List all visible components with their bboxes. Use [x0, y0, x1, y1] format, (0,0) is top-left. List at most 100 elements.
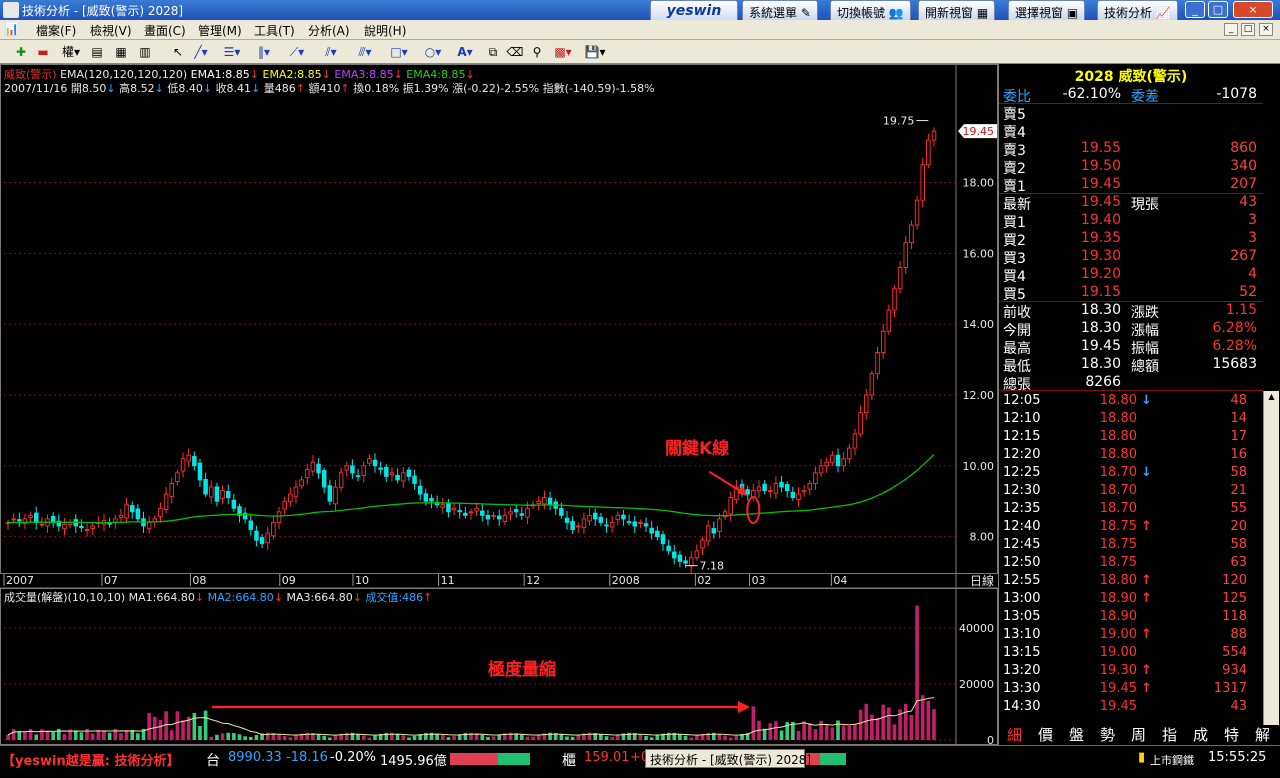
save-icon[interactable]: 💾▾	[582, 43, 608, 61]
panel-tab-3[interactable]: 盤	[1063, 726, 1090, 745]
candle-body	[480, 510, 485, 516]
mdi-close-button[interactable]: ×	[1259, 23, 1273, 36]
panel-tab-7[interactable]: 成	[1187, 726, 1214, 745]
tick-row[interactable]: 12:50 18.75 63	[999, 555, 1261, 573]
tick-row[interactable]: 13:05 18.90 118	[999, 609, 1261, 627]
tick-row[interactable]: 12:35 18.70 55	[999, 501, 1261, 519]
panel-tab-5[interactable]: 周	[1125, 726, 1152, 745]
volume-bar	[294, 735, 298, 740]
tick-row[interactable]: 13:30 19.45 ↑ 1317	[999, 681, 1261, 699]
tick-row[interactable]: 12:10 18.80 14	[999, 411, 1261, 429]
scroll-up-arrow[interactable]: ▲	[1265, 392, 1278, 404]
system-menu-button[interactable]: 系統選單 ✎	[742, 0, 818, 22]
panel-tab-8[interactable]: 特	[1218, 726, 1245, 745]
stat-row-3-volume: 6.28%	[1212, 338, 1257, 354]
status-breadth-down	[450, 753, 498, 765]
panel-tab-9[interactable]: 解	[1249, 726, 1276, 745]
candle-body	[818, 465, 824, 474]
mdi-restore-button[interactable]: □	[1241, 23, 1255, 36]
candle-body	[333, 486, 338, 505]
candle-body	[203, 478, 208, 495]
gann-tool-icon[interactable]: ⫽▾	[318, 43, 344, 61]
cursor-icon[interactable]: ↖	[170, 43, 186, 61]
tick-row[interactable]: 12:55 18.80 ↑ 120	[999, 573, 1261, 591]
tick-row[interactable]: 12:15 18.80 17	[999, 429, 1261, 447]
volume-bar	[232, 733, 236, 740]
tick-row[interactable]: 12:25 18.70 ↓ 58	[999, 465, 1261, 483]
tick-row[interactable]: 12:20 18.80 16	[999, 447, 1261, 465]
tick-row[interactable]: 13:20 19.30 ↑ 934	[999, 663, 1261, 681]
text-tool-icon[interactable]: A▾	[452, 43, 478, 61]
volume-bar	[147, 712, 151, 740]
panel-tab-6[interactable]: 指	[1156, 726, 1183, 745]
panel-tab-2[interactable]: 價	[1032, 726, 1059, 745]
tick-row[interactable]: 14:30 19.45 43	[999, 699, 1261, 717]
period-dropdown[interactable]: 權▾	[60, 43, 82, 61]
rectangle-tool-icon[interactable]: □▾	[386, 43, 412, 61]
mdi-minimize-button[interactable]: _	[1224, 23, 1238, 36]
line-tool-icon[interactable]: ╱▾	[190, 43, 212, 61]
chart-area[interactable]: 18.00 16.00 14.00 12.00 10.00 8.00 19.45 19.75 7…	[0, 64, 998, 745]
menu-file[interactable]: 檔案(F)	[36, 22, 76, 39]
candle-body	[367, 458, 372, 464]
tick-row[interactable]: 12:40 18.75 ↑ 20	[999, 519, 1261, 537]
color-palette-icon[interactable]: ▩▾	[550, 43, 576, 61]
zoom-out-icon[interactable]: ▬	[34, 43, 52, 61]
tick-row[interactable]: 12:45 18.75 58	[999, 537, 1261, 555]
layout-1-icon[interactable]: ▤	[88, 43, 106, 61]
candle-body	[909, 224, 914, 244]
vline-tool-icon[interactable]: ‖▾	[252, 43, 276, 61]
volume-bar	[903, 703, 908, 740]
bid-row-1-label: 買1	[1003, 215, 1026, 231]
minimize-button[interactable]: _	[1185, 1, 1205, 18]
tick-row[interactable]: 12:05 18.80 ↓ 48	[999, 393, 1261, 411]
menu-view[interactable]: 檢視(V)	[90, 22, 132, 39]
layout-3-icon[interactable]: ▥	[136, 43, 154, 61]
tick-volume: 934	[1222, 663, 1247, 678]
bid-row-2-price: 19.35	[1080, 230, 1121, 246]
app-menu-icon[interactable]: 📊	[4, 22, 19, 36]
menu-help[interactable]: 說明(H)	[364, 22, 406, 39]
select-window-button[interactable]: 選擇視窗 ▣	[1008, 0, 1086, 22]
ask-row-2-label: 賣2	[1003, 161, 1026, 177]
price-volume-chart[interactable]: 18.00 16.00 14.00 12.00 10.00 8.00 19.45 19.75 7…	[0, 64, 998, 745]
close-button[interactable]: ×	[1233, 1, 1273, 18]
candle-body	[440, 504, 446, 508]
tick-row[interactable]: 13:00 18.90 ↑ 125	[999, 591, 1261, 609]
eraser-icon[interactable]: ⌫	[506, 43, 524, 61]
taskbar-window-item[interactable]: 技術分析 - [威致(警示) 2028]	[645, 749, 811, 768]
zoom-in-icon[interactable]: ✚	[12, 43, 30, 61]
ellipse-tool-icon[interactable]: ○▾	[420, 43, 446, 61]
tick-row[interactable]: 13:15 19.00 554	[999, 645, 1261, 663]
tech-analysis-button[interactable]: 技術分析 📈	[1097, 0, 1178, 22]
tick-row[interactable]: 13:10 19.00 ↑ 88	[999, 627, 1261, 645]
tick-scrollbar[interactable]: ▲	[1263, 391, 1279, 725]
candle-body	[655, 530, 660, 538]
maximize-button[interactable]: □	[1208, 1, 1228, 18]
menu-manage[interactable]: 管理(M)	[198, 22, 242, 39]
candle-body	[768, 490, 773, 493]
menu-screen[interactable]: 畫面(C)	[144, 22, 186, 39]
layout-2-icon[interactable]: ▦	[112, 43, 130, 61]
candle-body	[129, 505, 135, 513]
tick-price: 18.80	[1099, 411, 1137, 426]
link-icon[interactable]: ⚲	[528, 43, 546, 61]
bid-row-4-volume: 4	[1248, 266, 1257, 282]
channel-tool-icon[interactable]: ⫻▾	[352, 43, 378, 61]
candle-body	[519, 513, 525, 516]
fan-tool-icon[interactable]: ⟋▾	[284, 43, 310, 61]
stat-row-3-label2: 振幅	[1131, 341, 1159, 357]
new-window-button[interactable]: 開新視窗 ▦	[918, 0, 996, 22]
switch-account-button[interactable]: 切換帳號 👥	[830, 0, 911, 22]
tick-row[interactable]: 12:30 18.70 21	[999, 483, 1261, 501]
copy-icon[interactable]: ⧉	[484, 43, 502, 61]
current-price-tag-label: 19.45	[963, 125, 995, 138]
menu-tools[interactable]: 工具(T)	[254, 22, 295, 39]
system-menu-label: 系統選單	[749, 6, 798, 20]
candle-body	[677, 554, 683, 562]
hline-tool-icon[interactable]: ☰▾	[220, 43, 244, 61]
menu-analysis[interactable]: 分析(A)	[308, 22, 350, 39]
panel-tab-1[interactable]: 細	[1001, 726, 1028, 745]
volume-bar	[136, 733, 140, 740]
panel-tab-4[interactable]: 勢	[1094, 726, 1121, 745]
